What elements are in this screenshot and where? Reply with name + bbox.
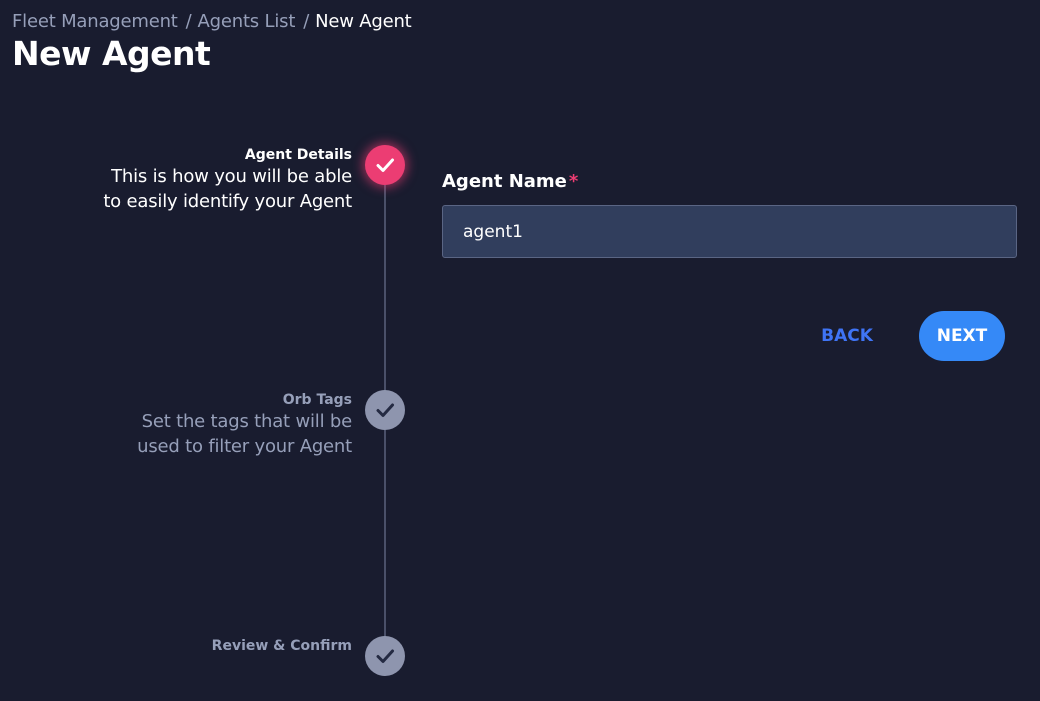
breadcrumb-new-agent: New Agent xyxy=(315,11,412,32)
step-agent-details: Agent Details This is how you will be ab… xyxy=(103,146,352,214)
step-description: This is how you will be able xyxy=(111,166,352,187)
next-button[interactable]: NEXT xyxy=(919,311,1005,361)
required-marker: * xyxy=(568,171,579,192)
step-title: Agent Details xyxy=(244,147,352,163)
breadcrumb-fleet-management[interactable]: Fleet Management xyxy=(12,11,178,32)
step-indicator-orb-tags[interactable] xyxy=(365,390,405,430)
step-title: Orb Tags xyxy=(282,392,352,408)
agent-name-label-text: Agent Name xyxy=(442,171,567,192)
agent-name-label: Agent Name * xyxy=(442,171,578,192)
step-title: Review & Confirm xyxy=(211,638,352,654)
step-indicator-review-confirm[interactable] xyxy=(365,636,405,676)
step-orb-tags: Orb Tags Set the tags that will be used … xyxy=(137,391,352,459)
check-icon xyxy=(376,403,394,417)
page-title: New Agent xyxy=(12,34,211,73)
stepper-connector xyxy=(384,185,386,411)
new-agent-page: Fleet Management / Agents List / New Agent N… xyxy=(0,0,1040,701)
breadcrumb-separator: / xyxy=(185,11,192,32)
back-button[interactable]: BACK xyxy=(806,312,888,360)
step-description: used to filter your Agent xyxy=(137,436,352,457)
breadcrumb-agents-list[interactable]: Agents List xyxy=(198,11,296,32)
stepper-connector xyxy=(384,430,386,656)
breadcrumb: Fleet Management / Agents List / New Agent xyxy=(12,11,412,32)
breadcrumb-separator: / xyxy=(303,11,310,32)
agent-name-input[interactable] xyxy=(442,205,1017,258)
step-description: Set the tags that will be xyxy=(141,411,353,432)
check-icon xyxy=(376,649,394,663)
step-description: to easily identify your Agent xyxy=(103,191,352,212)
step-review-confirm: Review & Confirm xyxy=(212,637,352,655)
step-indicator-agent-details[interactable] xyxy=(365,145,405,185)
check-icon xyxy=(376,158,394,172)
